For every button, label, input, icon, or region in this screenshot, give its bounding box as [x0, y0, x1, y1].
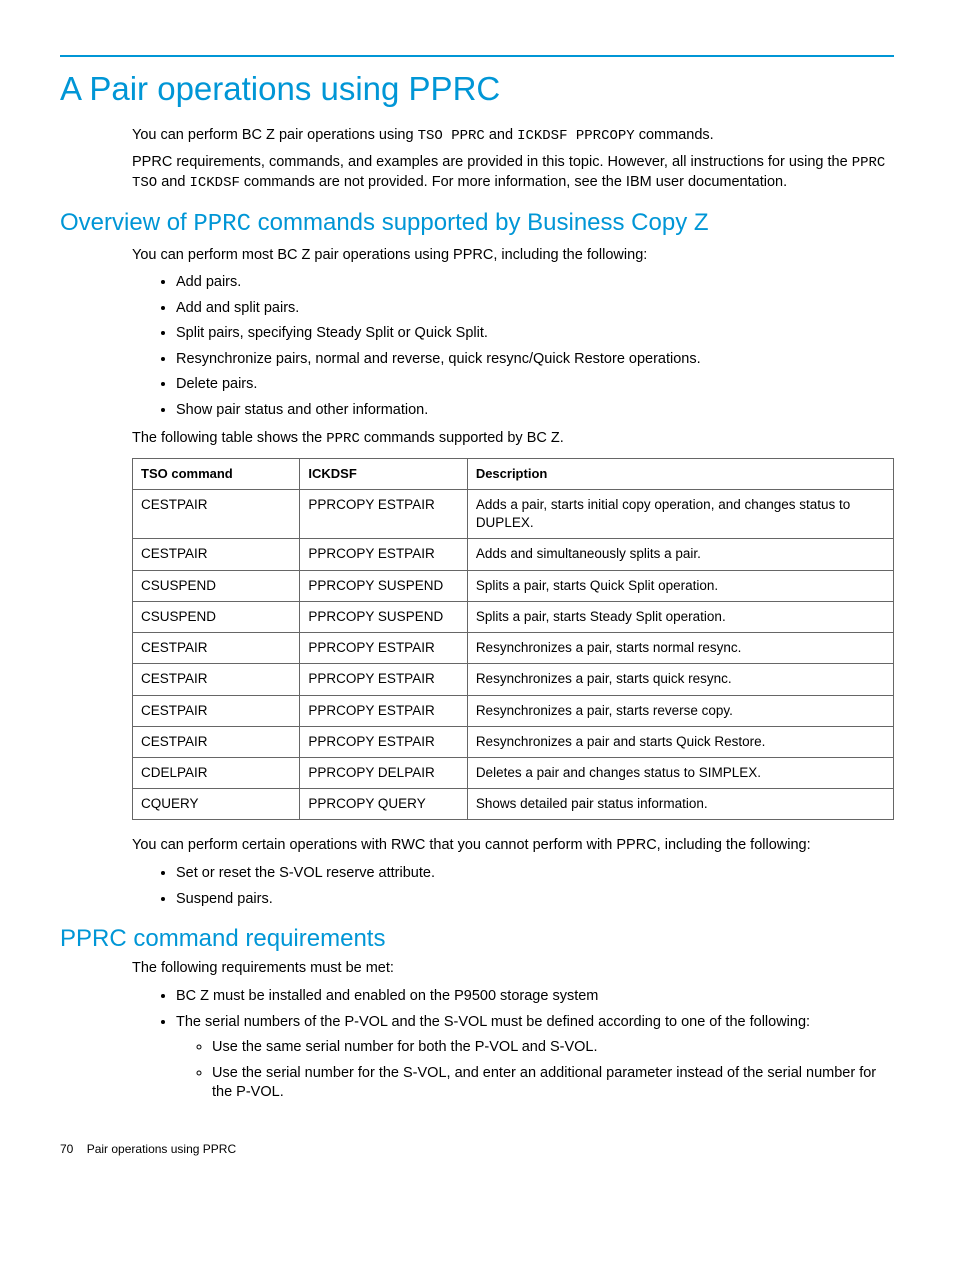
cell: CESTPAIR [133, 664, 300, 695]
page-number: 70 [60, 1142, 73, 1156]
cell: PPRCOPY DELPAIR [300, 757, 467, 788]
text: and [485, 127, 517, 143]
list-item: Delete pairs. [176, 375, 894, 395]
text: commands supported by Business Copy Z [251, 209, 709, 236]
text: and [157, 174, 189, 190]
requirements-intro: The following requirements must be met: [132, 959, 894, 979]
table-row: CESTPAIRPPRCOPY ESTPAIRAdds and simultan… [133, 539, 894, 570]
intro-paragraph-1: You can perform BC Z pair operations usi… [132, 126, 894, 146]
page-footer: 70 Pair operations using PPRC [60, 1141, 236, 1157]
cell: CDELPAIR [133, 757, 300, 788]
text: commands supported by BC Z. [360, 430, 564, 446]
code-ickdsf: ICKDSF [189, 175, 239, 191]
overview-block: You can perform most BC Z pair operation… [132, 246, 894, 909]
cell: Resynchronizes a pair and starts Quick R… [467, 726, 893, 757]
col-description: Description [467, 459, 893, 490]
code-pprc: PPRC [193, 211, 251, 238]
table-row: CESTPAIRPPRCOPY ESTPAIRResynchronizes a … [133, 664, 894, 695]
cell: PPRCOPY ESTPAIR [300, 695, 467, 726]
table-row: CDELPAIRPPRCOPY DELPAIRDeletes a pair an… [133, 757, 894, 788]
cell: Deletes a pair and changes status to SIM… [467, 757, 893, 788]
footer-title: Pair operations using PPRC [87, 1142, 236, 1156]
rwc-intro: You can perform certain operations with … [132, 836, 894, 856]
cell: PPRCOPY ESTPAIR [300, 489, 467, 538]
cell: Resynchronizes a pair, starts quick resy… [467, 664, 893, 695]
pprc-commands-table: TSO command ICKDSF Description CESTPAIRP… [132, 458, 894, 820]
list-item: Use the same serial number for both the … [212, 1038, 894, 1058]
overview-list: Add pairs. Add and split pairs. Split pa… [132, 273, 894, 420]
list-item: Add pairs. [176, 273, 894, 293]
list-item: Resynchronize pairs, normal and reverse,… [176, 350, 894, 370]
cell: CSUSPEND [133, 570, 300, 601]
cell: Adds a pair, starts initial copy operati… [467, 489, 893, 538]
cell: Resynchronizes a pair, starts reverse co… [467, 695, 893, 726]
cell: PPRCOPY ESTPAIR [300, 664, 467, 695]
intro-paragraph-2: PPRC requirements, commands, and example… [132, 153, 894, 193]
cell: CESTPAIR [133, 489, 300, 538]
text: commands are not provided. For more info… [240, 174, 787, 190]
table-header-row: TSO command ICKDSF Description [133, 459, 894, 490]
text: commands. [635, 127, 714, 143]
text: The serial numbers of the P-VOL and the … [176, 1014, 810, 1030]
cell: Shows detailed pair status information. [467, 789, 893, 820]
top-rule [60, 55, 894, 57]
cell: Resynchronizes a pair, starts normal res… [467, 633, 893, 664]
cell: PPRCOPY ESTPAIR [300, 633, 467, 664]
cell: Splits a pair, starts Quick Split operat… [467, 570, 893, 601]
cell: CESTPAIR [133, 539, 300, 570]
requirements-heading: PPRC command requirements [60, 923, 894, 955]
table-row: CESTPAIRPPRCOPY ESTPAIRResynchronizes a … [133, 726, 894, 757]
requirements-list: BC Z must be installed and enabled on th… [132, 987, 894, 1103]
code-ickdsf-pprcopy: ICKDSF PPRCOPY [517, 128, 635, 144]
cell: CESTPAIR [133, 726, 300, 757]
text: The following table shows the [132, 430, 326, 446]
code-tso-pprc: TSO PPRC [418, 128, 485, 144]
requirements-block: The following requirements must be met: … [132, 959, 894, 1102]
overview-intro: You can perform most BC Z pair operation… [132, 246, 894, 266]
col-ickdsf: ICKDSF [300, 459, 467, 490]
table-intro: The following table shows the PPRC comma… [132, 429, 894, 449]
list-item: BC Z must be installed and enabled on th… [176, 987, 894, 1007]
list-item: Suspend pairs. [176, 890, 894, 910]
text: You can perform BC Z pair operations usi… [132, 127, 418, 143]
page-title: A Pair operations using PPRC [60, 67, 894, 112]
text: PPRC requirements, commands, and example… [132, 154, 852, 170]
cell: PPRCOPY SUSPEND [300, 601, 467, 632]
list-item: Set or reset the S-VOL reserve attribute… [176, 864, 894, 884]
text: Overview of [60, 209, 193, 236]
list-item: Show pair status and other information. [176, 401, 894, 421]
rwc-list: Set or reset the S-VOL reserve attribute… [132, 864, 894, 909]
overview-heading: Overview of PPRC commands supported by B… [60, 207, 894, 241]
cell: Adds and simultaneously splits a pair. [467, 539, 893, 570]
cell: Splits a pair, starts Steady Split opera… [467, 601, 893, 632]
list-item: The serial numbers of the P-VOL and the … [176, 1013, 894, 1103]
cell: CESTPAIR [133, 633, 300, 664]
cell: CSUSPEND [133, 601, 300, 632]
table-row: CESTPAIRPPRCOPY ESTPAIRResynchronizes a … [133, 695, 894, 726]
intro-block: You can perform BC Z pair operations usi… [132, 126, 894, 194]
code-pprc: PPRC [326, 431, 360, 447]
cell: CQUERY [133, 789, 300, 820]
cell: PPRCOPY SUSPEND [300, 570, 467, 601]
table-row: CSUSPENDPPRCOPY SUSPENDSplits a pair, st… [133, 601, 894, 632]
cell: PPRCOPY ESTPAIR [300, 726, 467, 757]
table-row: CQUERYPPRCOPY QUERYShows detailed pair s… [133, 789, 894, 820]
table-row: CESTPAIRPPRCOPY ESTPAIRAdds a pair, star… [133, 489, 894, 538]
col-tso: TSO command [133, 459, 300, 490]
cell: PPRCOPY ESTPAIR [300, 539, 467, 570]
cell: CESTPAIR [133, 695, 300, 726]
list-item: Add and split pairs. [176, 299, 894, 319]
list-item: Use the serial number for the S-VOL, and… [212, 1064, 894, 1103]
cell: PPRCOPY QUERY [300, 789, 467, 820]
list-item: Split pairs, specifying Steady Split or … [176, 324, 894, 344]
table-row: CSUSPENDPPRCOPY SUSPENDSplits a pair, st… [133, 570, 894, 601]
table-row: CESTPAIRPPRCOPY ESTPAIRResynchronizes a … [133, 633, 894, 664]
requirements-sublist: Use the same serial number for both the … [176, 1038, 894, 1103]
